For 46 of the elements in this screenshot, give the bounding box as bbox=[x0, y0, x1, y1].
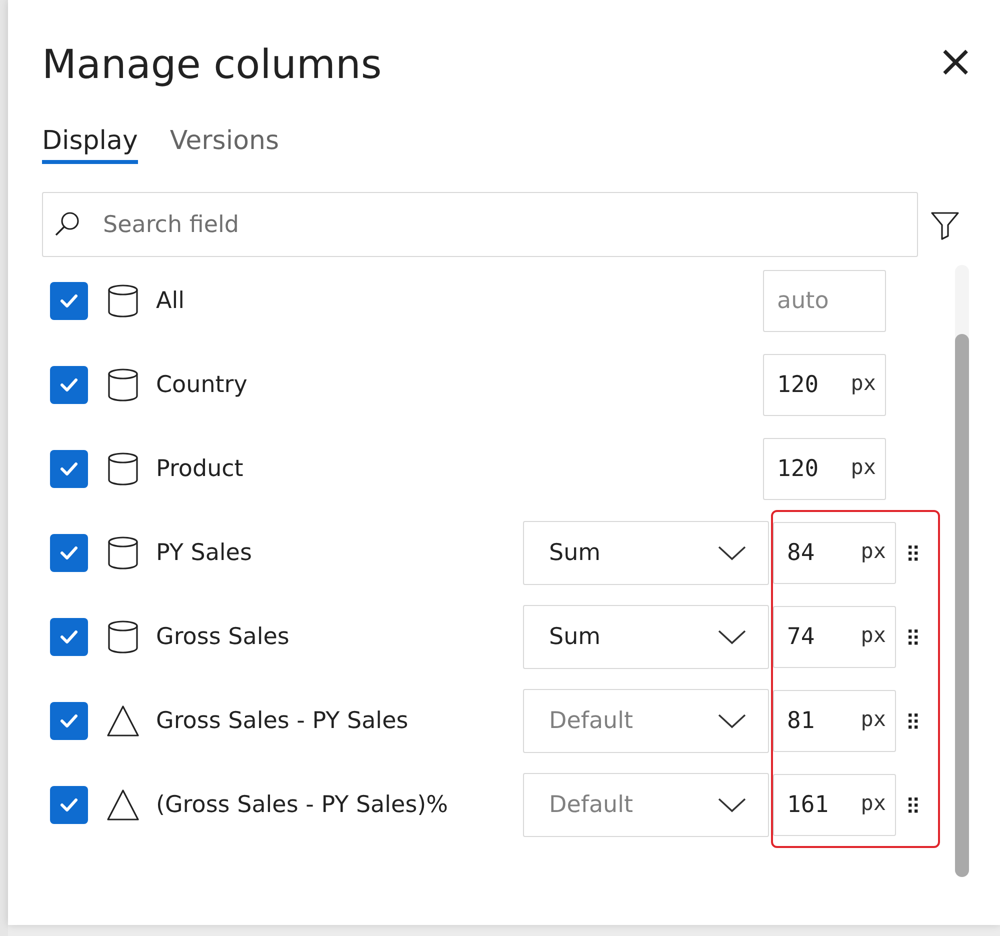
cylinder-icon bbox=[107, 534, 139, 572]
filter-icon[interactable] bbox=[930, 210, 960, 240]
search-icon bbox=[54, 211, 80, 237]
cylinder-icon bbox=[107, 366, 139, 404]
column-name: PY Sales bbox=[156, 540, 253, 566]
column-name: All bbox=[156, 288, 186, 314]
unit-label: px bbox=[850, 371, 876, 395]
cylinder-icon bbox=[107, 282, 139, 320]
scrollbar[interactable] bbox=[955, 265, 969, 877]
unit-label: px bbox=[860, 707, 886, 731]
checkbox[interactable] bbox=[50, 618, 88, 656]
cylinder-icon bbox=[107, 450, 139, 488]
search-field[interactable]: Search field bbox=[42, 192, 918, 257]
chevron-down-icon bbox=[718, 630, 746, 644]
checkbox[interactable] bbox=[50, 366, 88, 404]
drag-handle-icon[interactable] bbox=[908, 629, 918, 645]
chevron-down-icon bbox=[718, 714, 746, 728]
checkbox[interactable] bbox=[50, 450, 88, 488]
chevron-down-icon bbox=[718, 546, 746, 560]
column-name: Country bbox=[156, 372, 248, 398]
checkbox[interactable] bbox=[50, 282, 88, 320]
aggregation-dropdown[interactable]: Sum bbox=[523, 521, 769, 585]
unit-label: px bbox=[850, 455, 876, 479]
close-button[interactable]: × bbox=[937, 40, 974, 84]
drag-handle-icon[interactable] bbox=[908, 713, 918, 729]
unit-label: px bbox=[860, 791, 886, 815]
column-name: (Gross Sales - PY Sales)% bbox=[156, 792, 450, 818]
unit-label: px bbox=[860, 539, 886, 563]
drag-handle-icon[interactable] bbox=[908, 797, 918, 813]
dialog-title: Manage columns bbox=[42, 42, 382, 88]
drag-handle-icon[interactable] bbox=[908, 545, 918, 561]
checkbox[interactable] bbox=[50, 534, 88, 572]
cylinder-icon bbox=[107, 618, 139, 656]
checkbox[interactable] bbox=[50, 702, 88, 740]
column-name: Gross Sales - PY Sales bbox=[156, 708, 410, 734]
chevron-down-icon bbox=[718, 798, 746, 812]
tab[interactable]: Versions bbox=[170, 126, 279, 164]
column-name: Product bbox=[156, 456, 244, 482]
column-name: Gross Sales bbox=[156, 624, 290, 650]
triangle-icon bbox=[107, 788, 139, 822]
checkbox[interactable] bbox=[50, 786, 88, 824]
tab[interactable]: Display bbox=[42, 126, 138, 164]
unit-label: px bbox=[860, 623, 886, 647]
width-field[interactable]: auto bbox=[763, 270, 886, 332]
aggregation-dropdown[interactable]: Sum bbox=[523, 605, 769, 669]
triangle-icon bbox=[107, 704, 139, 738]
